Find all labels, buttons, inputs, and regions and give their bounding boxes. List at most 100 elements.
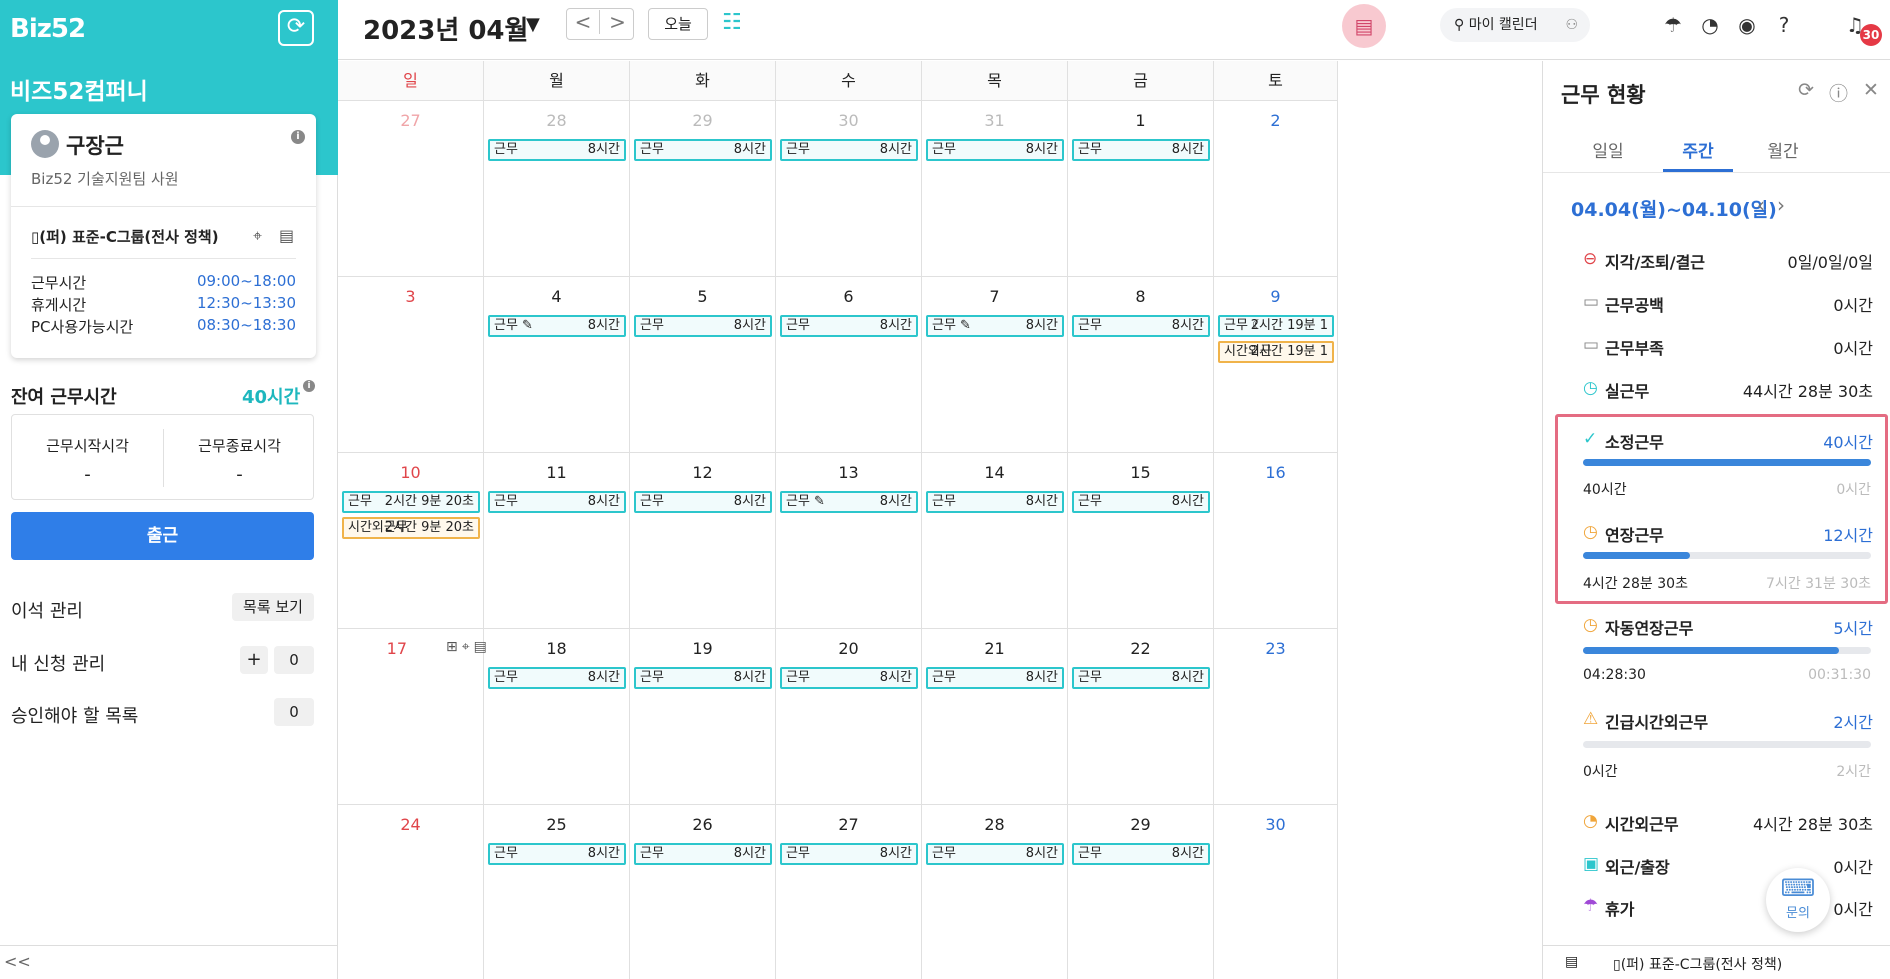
calendar-day[interactable]: 21 근무 8시간 (922, 629, 1068, 805)
work-event[interactable]: 근무 8시간 (926, 843, 1064, 865)
add-request-button[interactable]: + (240, 646, 268, 674)
work-event[interactable]: 근무 8시간 (488, 843, 626, 865)
calendar-day[interactable]: 30 (1214, 805, 1338, 979)
calendar-day[interactable]: 23 (1214, 629, 1338, 805)
work-event[interactable]: 근무 8시간 (634, 491, 772, 513)
memo-icon[interactable]: ▤ (1565, 954, 1578, 970)
location-pin-icon[interactable]: ⌖ (253, 226, 262, 246)
calendar-day[interactable]: 12 근무 8시간 (630, 453, 776, 629)
umbrella-icon[interactable]: ☂ (1658, 10, 1688, 40)
calendar-day[interactable]: 29 근무 8시간 (630, 101, 776, 277)
calendar-day[interactable]: 20 근무 8시간 (776, 629, 922, 805)
calendar-day[interactable]: 22 근무 8시간 (1068, 629, 1214, 805)
calendar-day[interactable]: 3 (338, 277, 484, 453)
tab-daily[interactable]: 일일 (1573, 137, 1643, 162)
chat-button[interactable]: ⌨ 문의 (1766, 868, 1830, 932)
info-icon[interactable]: i (291, 130, 305, 144)
calendar-day[interactable]: 17 ⊞⌖▤ (338, 629, 487, 805)
chevron-down-icon[interactable]: ▼ (526, 14, 540, 35)
calendar-day[interactable]: 16 (1214, 453, 1338, 629)
work-event[interactable]: 근무 8시간 (780, 667, 918, 689)
work-event[interactable]: 근무 8시간 (926, 491, 1064, 513)
work-event[interactable]: 시간외근 2시간 19분 1 (1218, 341, 1334, 363)
work-event[interactable]: 근무 8시간 (926, 139, 1064, 161)
away-management[interactable]: 이석 관리 목록 보기 (11, 593, 314, 623)
calendar-day[interactable]: 13 근무 ✎ 8시간 (776, 453, 922, 629)
calendar-day[interactable]: 14 근무 8시간 (922, 453, 1068, 629)
app-logo[interactable]: Biz52 (10, 14, 86, 44)
list-view-button[interactable]: 목록 보기 (232, 593, 314, 621)
work-event[interactable]: 근무 8시간 (1072, 843, 1210, 865)
policy-name[interactable]: ▯(퍼) 표준-C그룹(전사 정책) (31, 226, 219, 247)
calendar-day[interactable]: 5 근무 8시간 (630, 277, 776, 453)
calendar-list-icon[interactable]: ▤ (1342, 4, 1386, 48)
calendar-day[interactable]: 26 근무 8시간 (630, 805, 776, 979)
calendar-day[interactable]: 19 근무 8시간 (630, 629, 776, 805)
work-event[interactable]: 근무 ✎ 8시간 (488, 315, 626, 337)
calendar-day[interactable]: 11 근무 8시간 (484, 453, 630, 629)
user-circle-icon[interactable]: ◉ (1732, 10, 1762, 40)
work-event[interactable]: 근무 8시간 (634, 843, 772, 865)
close-icon[interactable]: ✕ (1863, 79, 1879, 101)
check-in-button[interactable]: 출근 (11, 512, 314, 560)
calendar-day[interactable]: 7 근무 ✎ 8시간 (922, 277, 1068, 453)
tab-weekly[interactable]: 주간 (1663, 137, 1733, 162)
pie-chart-icon[interactable]: ◔ (1695, 10, 1725, 40)
memo-icon[interactable]: ▤ (279, 226, 294, 245)
people-icon[interactable]: ⚇ (1565, 8, 1578, 42)
tab-monthly[interactable]: 월간 (1748, 137, 1818, 162)
next-month-button[interactable]: > (601, 10, 634, 34)
work-event[interactable]: 근무 8시간 (780, 139, 918, 161)
work-event[interactable]: 근무 2시간 9분 20초 (342, 491, 480, 513)
work-event[interactable]: 근무 8시간 (634, 667, 772, 689)
info-icon[interactable]: i (303, 380, 315, 392)
calendar-day[interactable]: 9 근무 ☾ 2시간 19분 1 시간외근 2시간 19분 1 (1214, 277, 1338, 453)
work-event[interactable]: 근무 8시간 (926, 667, 1064, 689)
calendar-day[interactable]: 25 근무 8시간 (484, 805, 630, 979)
calendar-day[interactable]: 24 (338, 805, 484, 979)
calendar-day[interactable]: 4 근무 ✎ 8시간 (484, 277, 630, 453)
calendar-day[interactable]: 2 (1214, 101, 1338, 277)
my-calendar-button[interactable]: ⚲ 마이 캘린더 ⚇ (1440, 8, 1590, 42)
calendar-day[interactable]: 28 근무 8시간 (922, 805, 1068, 979)
work-event[interactable]: 근무 8시간 (1072, 315, 1210, 337)
range-nav[interactable]: ‹› (1757, 193, 1797, 217)
work-event[interactable]: 근무 8시간 (780, 843, 918, 865)
help-icon[interactable]: ⓘ (1829, 79, 1848, 106)
calendar-day[interactable]: 29 근무 8시간 (1068, 805, 1214, 979)
calendar-day[interactable]: 15 근무 8시간 (1068, 453, 1214, 629)
calendar-day[interactable]: 27 근무 8시간 (776, 805, 922, 979)
calendar-day[interactable]: 10 근무 2시간 9분 20초 시간외근무 2시간 9분 20초 (338, 453, 484, 629)
calendar-day[interactable]: 31 근무 8시간 (922, 101, 1068, 277)
calendar-day[interactable]: 27 (338, 101, 484, 277)
work-event[interactable]: 근무 8시간 (488, 139, 626, 161)
work-event[interactable]: 근무 ✎ 8시간 (926, 315, 1064, 337)
help-icon[interactable]: ? (1769, 10, 1799, 40)
work-event[interactable]: 근무 8시간 (634, 315, 772, 337)
work-event[interactable]: 근무 8시간 (1072, 667, 1210, 689)
work-event[interactable]: 근무 8시간 (488, 667, 626, 689)
month-title[interactable]: 2023년 04월 (363, 10, 528, 47)
work-event[interactable]: 근무 8시간 (1072, 139, 1210, 161)
filter-sliders-icon[interactable]: ☷ (722, 10, 742, 35)
prev-month-button[interactable]: < (567, 10, 600, 34)
work-event[interactable]: 근무 8시간 (488, 491, 626, 513)
calendar-day[interactable]: 1 근무 8시간 (1068, 101, 1214, 277)
calendar-day[interactable]: 6 근무 8시간 (776, 277, 922, 453)
work-event[interactable]: 근무 ☾ 2시간 19분 1 (1218, 315, 1334, 337)
calendar-day[interactable]: 30 근무 8시간 (776, 101, 922, 277)
today-button[interactable]: 오늘 (648, 8, 708, 40)
calendar-day[interactable]: 8 근무 8시간 (1068, 277, 1214, 453)
work-event[interactable]: 근무 8시간 (780, 315, 918, 337)
approval-list[interactable]: 승인해야 할 목록 0 (11, 698, 314, 728)
refresh-icon[interactable]: ⟳ (278, 10, 314, 46)
calendar-day[interactable]: 18 근무 8시간 (484, 629, 630, 805)
my-requests[interactable]: 내 신청 관리 + 0 (11, 646, 314, 676)
work-event[interactable]: 근무 8시간 (1072, 491, 1210, 513)
collapse-icon[interactable]: << (4, 952, 31, 971)
work-event[interactable]: 시간외근무 2시간 9분 20초 (342, 517, 480, 539)
refresh-icon[interactable]: ⟳ (1798, 79, 1814, 101)
calendar-day[interactable]: 28 근무 8시간 (484, 101, 630, 277)
work-event[interactable]: 근무 ✎ 8시간 (780, 491, 918, 513)
work-event[interactable]: 근무 8시간 (634, 139, 772, 161)
